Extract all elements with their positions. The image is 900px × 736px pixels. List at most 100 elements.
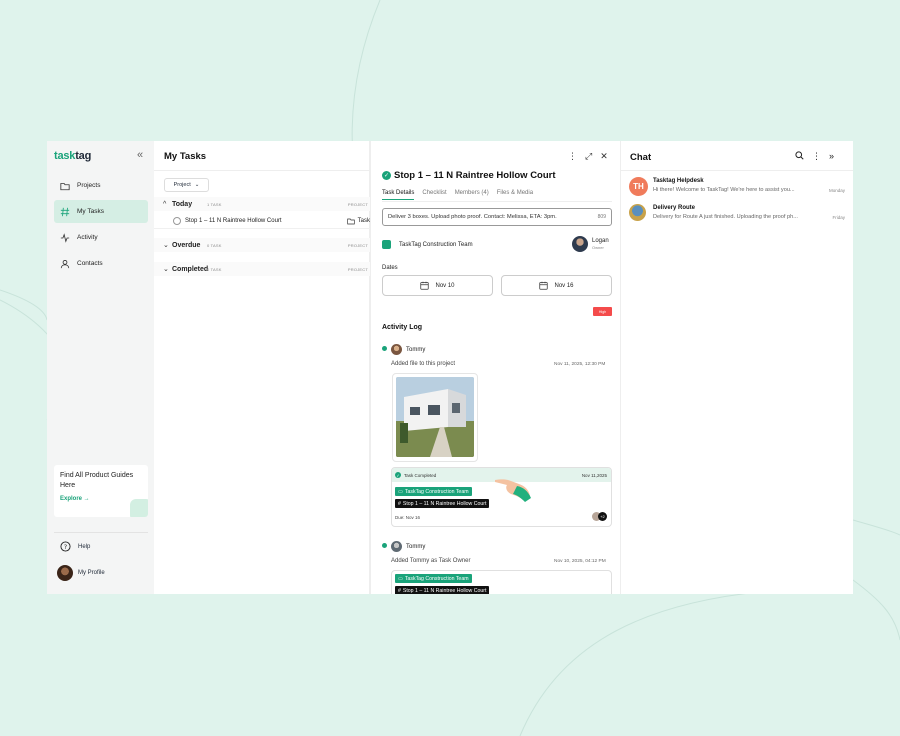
task-tag[interactable]: # Stop 1 – 11 N Raintree Hollow Court: [395, 499, 490, 508]
calendar-icon: [539, 281, 549, 290]
end-date-value: Nov 16: [554, 282, 574, 289]
group-completed[interactable]: ⌄ Completed 0 TASK PROJECT: [154, 262, 370, 276]
task-owner[interactable]: Logan Owner: [572, 236, 609, 252]
tab-files-media[interactable]: Files & Media: [497, 190, 533, 200]
page-title: My Tasks: [164, 151, 207, 162]
task-project-label: Task: [357, 218, 370, 224]
activity-icon: [60, 232, 70, 243]
start-date-picker[interactable]: Nov 10: [382, 275, 493, 296]
logo[interactable]: tasktag: [54, 150, 91, 162]
sidebar-item-projects[interactable]: Projects: [54, 174, 148, 197]
timeline-dot: [382, 543, 387, 548]
group-count: 0 TASK: [207, 242, 222, 248]
divider: [621, 170, 853, 171]
help-button[interactable]: ? Help: [60, 541, 90, 552]
sidebar-divider: [54, 532, 148, 533]
team-tag-label: TaskTag Construction Team: [404, 575, 469, 582]
sidebar-item-label: My Tasks: [77, 208, 104, 215]
collapse-sidebar-button[interactable]: «: [137, 149, 143, 161]
sidebar-item-activity[interactable]: Activity: [54, 226, 148, 249]
chat-item-delivery-route[interactable]: Delivery Route Delivery for Route A just…: [629, 204, 845, 226]
chat-day: Monday: [828, 188, 845, 193]
task-complete-checkbox[interactable]: [173, 217, 181, 225]
due-date: Due: Nov 16: [395, 515, 421, 520]
chat-toolbar: ⋮ »: [795, 151, 834, 162]
check-icon: ✓: [395, 472, 401, 478]
explore-link[interactable]: Explore →: [60, 496, 142, 502]
tab-task-details[interactable]: Task Details: [382, 190, 415, 200]
group-name: Overdue: [172, 241, 201, 249]
avatar: TH: [629, 177, 648, 196]
team-tag[interactable]: ▭ TaskTag Construction Team: [395, 574, 472, 583]
activity-log-title: Activity Log: [382, 324, 423, 331]
activity-user-name: Tommy: [406, 543, 426, 550]
group-name: Completed: [172, 265, 209, 273]
folder-icon: ▭: [398, 575, 403, 582]
calendar-icon: [420, 281, 430, 290]
sidebar: tasktag « Projects My Tasks Activity Con…: [47, 141, 154, 594]
task-tag[interactable]: # Stop 1 – 11 N Raintree Hollow Court: [395, 586, 490, 594]
avatar: [572, 236, 588, 252]
tabs-divider: [382, 201, 612, 202]
hashtag-icon: #: [398, 587, 401, 594]
attached-photo[interactable]: [392, 373, 478, 462]
guide-decoration: [130, 499, 148, 517]
search-icon[interactable]: [795, 151, 804, 162]
project-filter-dropdown[interactable]: Project ⌄: [164, 178, 209, 192]
sidebar-item-my-tasks[interactable]: My Tasks: [54, 200, 148, 223]
chevron-down-icon: ⌄: [194, 182, 200, 188]
team-row[interactable]: TaskTag Construction Team: [382, 240, 473, 249]
group-today[interactable]: ^ Today 1 TASK PROJECT: [154, 197, 370, 211]
chat-panel: Chat ⋮ » TH Tasktag Helpdesk Hi there! W…: [621, 141, 853, 594]
my-profile-button[interactable]: My Profile: [57, 565, 105, 581]
task-tag-label: Stop 1 – 11 N Raintree Hollow Court: [402, 587, 487, 594]
expand-icon[interactable]: ⤢: [585, 151, 592, 162]
tab-checklist[interactable]: Checklist: [422, 190, 446, 200]
end-date-picker[interactable]: Nov 16: [501, 275, 612, 296]
team-tag[interactable]: ▭ TaskTag Construction Team: [395, 487, 472, 496]
collapse-chat-icon[interactable]: »: [829, 151, 834, 162]
chevron-up-icon: ^: [163, 200, 167, 208]
task-description-input[interactable]: Deliver 3 boxes. Upload photo proof. Con…: [382, 208, 612, 226]
chat-name: Tasktag Helpdesk: [653, 178, 704, 184]
member-avatars[interactable]: +2: [592, 512, 607, 521]
sidebar-item-contacts[interactable]: Contacts: [54, 252, 148, 275]
sidebar-item-label: Projects: [77, 182, 101, 189]
profile-label: My Profile: [78, 570, 105, 576]
sidebar-item-label: Contacts: [77, 260, 103, 267]
chevron-down-icon: ⌄: [163, 242, 169, 249]
avatar: [391, 541, 402, 552]
activity-card[interactable]: ▭ TaskTag Construction Team # Stop 1 – 1…: [391, 570, 612, 594]
priority-badge[interactable]: High: [593, 307, 612, 316]
dates-label: Dates: [382, 265, 398, 271]
task-name: Stop 1 – 11 N Raintree Hollow Court: [185, 218, 282, 224]
divider: [154, 170, 370, 171]
sidebar-nav: Projects My Tasks Activity Contacts: [54, 174, 148, 278]
chat-title: Chat: [630, 152, 652, 163]
chat-name: Delivery Route: [653, 205, 696, 211]
project-filter-label: Project: [173, 182, 191, 188]
avatar: [629, 204, 646, 221]
group-count: 0 TASK: [207, 266, 222, 272]
task-project: Task: [346, 217, 370, 225]
close-icon[interactable]: ✕: [600, 151, 608, 162]
task-title: Stop 1 – 11 N Raintree Hollow Court: [394, 170, 556, 181]
more-vertical-icon[interactable]: ⋮: [568, 151, 577, 162]
more-vertical-icon[interactable]: ⋮: [812, 151, 821, 162]
owner-name: Logan: [592, 238, 609, 244]
team-icon: [382, 240, 391, 249]
group-count: 1 TASK: [207, 201, 222, 207]
activity-time: Nov 11, 2025, 12:30 PM: [554, 362, 606, 367]
sidebar-item-label: Activity: [77, 234, 98, 241]
table-row[interactable]: Stop 1 – 11 N Raintree Hollow Court Task: [154, 214, 370, 229]
folder-icon: [60, 182, 70, 190]
chat-day: Friday: [832, 215, 845, 220]
chat-item-helpdesk[interactable]: TH Tasktag Helpdesk Hi there! Welcome to…: [629, 177, 845, 199]
team-tag-label: TaskTag Construction Team: [404, 488, 469, 495]
character-count: 809: [597, 214, 606, 220]
completed-label: Task Completed: [404, 472, 437, 478]
group-overdue[interactable]: ⌄ Overdue 0 TASK PROJECT: [154, 238, 370, 252]
help-label: Help: [78, 543, 91, 550]
activity-time: Nov 10, 2025, 04:12 PM: [554, 559, 606, 564]
tab-members[interactable]: Members (4): [455, 190, 489, 200]
